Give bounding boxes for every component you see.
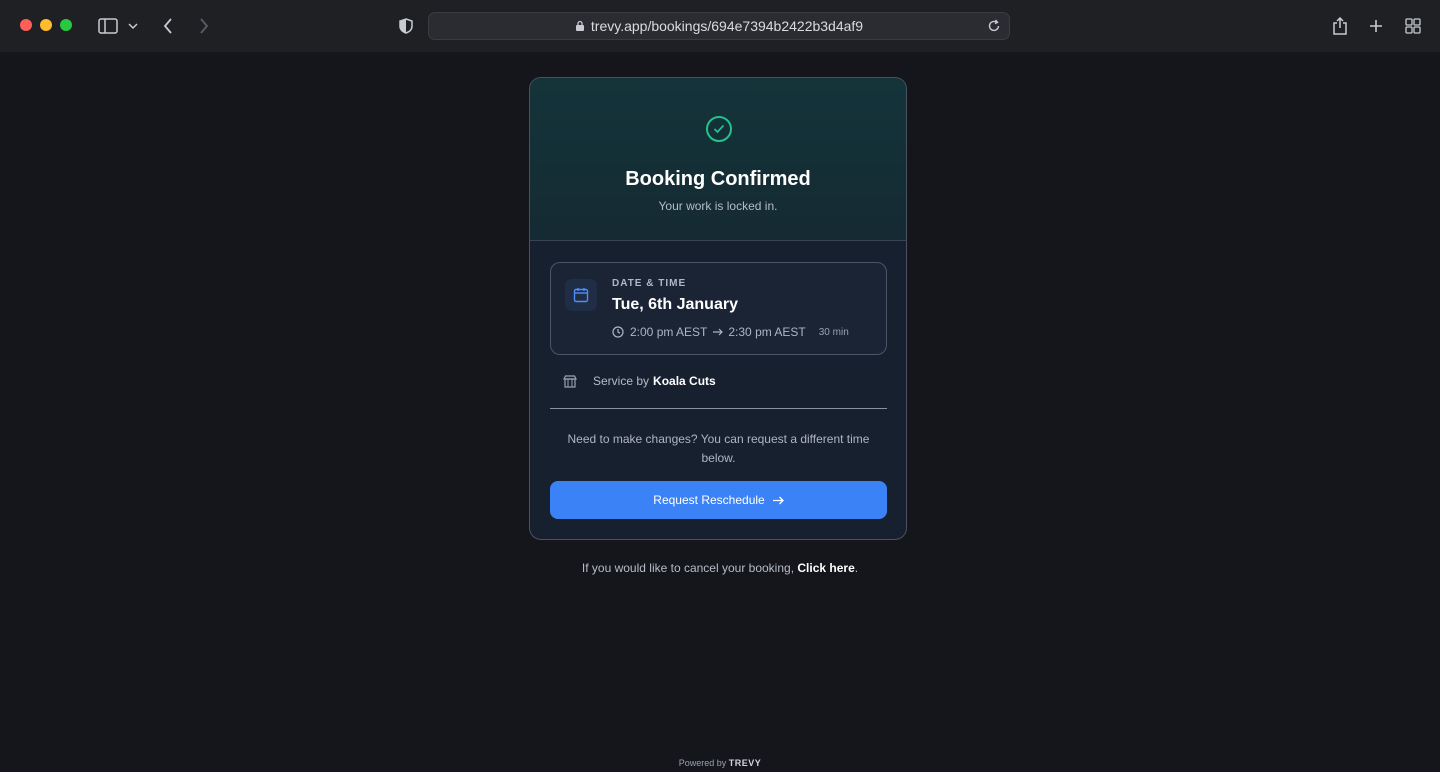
calendar-icon bbox=[565, 279, 597, 311]
new-tab-icon[interactable] bbox=[1364, 14, 1388, 38]
check-circle-icon bbox=[706, 116, 732, 142]
page-title: Booking Confirmed bbox=[625, 168, 811, 190]
arrow-right-icon bbox=[772, 496, 784, 505]
brand-name[interactable]: TREVY bbox=[729, 758, 762, 768]
datetime-label: DATE & TIME bbox=[612, 278, 687, 289]
forward-icon[interactable] bbox=[192, 14, 216, 38]
address-bar[interactable]: trevy.app/bookings/694e7394b2422b3d4af9 bbox=[428, 12, 1010, 40]
clock-icon bbox=[612, 326, 624, 338]
powered-by-footer: Powered by TREVY bbox=[0, 758, 1440, 768]
datetime-panel: DATE & TIME Tue, 6th January 2:00 pm AES… bbox=[550, 262, 887, 355]
provider-name: Koala Cuts bbox=[653, 374, 716, 388]
maximize-window-button[interactable] bbox=[60, 19, 72, 31]
service-row: Service by Koala Cuts bbox=[563, 374, 716, 388]
booking-date: Tue, 6th January bbox=[612, 296, 738, 313]
divider bbox=[550, 408, 887, 409]
share-icon[interactable] bbox=[1328, 14, 1352, 38]
close-window-button[interactable] bbox=[20, 19, 32, 31]
powered-by-prefix: Powered by bbox=[678, 758, 727, 768]
window-controls bbox=[20, 19, 72, 31]
card-header: Booking Confirmed Your work is locked in… bbox=[530, 78, 906, 241]
tab-overview-icon[interactable] bbox=[1401, 14, 1425, 38]
booking-times: 2:00 pm AEST 2:30 pm AEST 30 min bbox=[612, 325, 849, 339]
booking-card: Booking Confirmed Your work is locked in… bbox=[529, 77, 907, 540]
cancel-suffix: . bbox=[854, 561, 859, 575]
cancel-booking-row: If you would like to cancel your booking… bbox=[0, 561, 1440, 575]
cancel-booking-link[interactable]: Click here bbox=[797, 561, 854, 575]
service-prefix: Service by bbox=[593, 374, 650, 388]
browser-toolbar: trevy.app/bookings/694e7394b2422b3d4af9 bbox=[0, 0, 1440, 52]
shield-icon[interactable] bbox=[394, 14, 418, 38]
lock-icon bbox=[575, 20, 585, 32]
request-reschedule-label: Request Reschedule bbox=[653, 493, 765, 507]
request-reschedule-button[interactable]: Request Reschedule bbox=[550, 481, 887, 519]
sidebar-icon[interactable] bbox=[96, 14, 120, 38]
page-subtitle: Your work is locked in. bbox=[658, 199, 778, 213]
back-icon[interactable] bbox=[156, 14, 180, 38]
end-time: 2:30 pm AEST bbox=[728, 325, 806, 339]
duration-badge: 30 min bbox=[818, 326, 849, 338]
cancel-text: If you would like to cancel your booking… bbox=[581, 561, 795, 575]
chevron-down-icon[interactable] bbox=[122, 14, 144, 38]
url-text: trevy.app/bookings/694e7394b2422b3d4af9 bbox=[590, 18, 864, 34]
start-time: 2:00 pm AEST bbox=[630, 325, 708, 339]
reload-icon[interactable] bbox=[985, 17, 1003, 35]
minimize-window-button[interactable] bbox=[40, 19, 52, 31]
help-text: Need to make changes? You can request a … bbox=[567, 432, 870, 465]
store-icon bbox=[563, 374, 577, 388]
arrow-right-icon bbox=[713, 328, 724, 336]
